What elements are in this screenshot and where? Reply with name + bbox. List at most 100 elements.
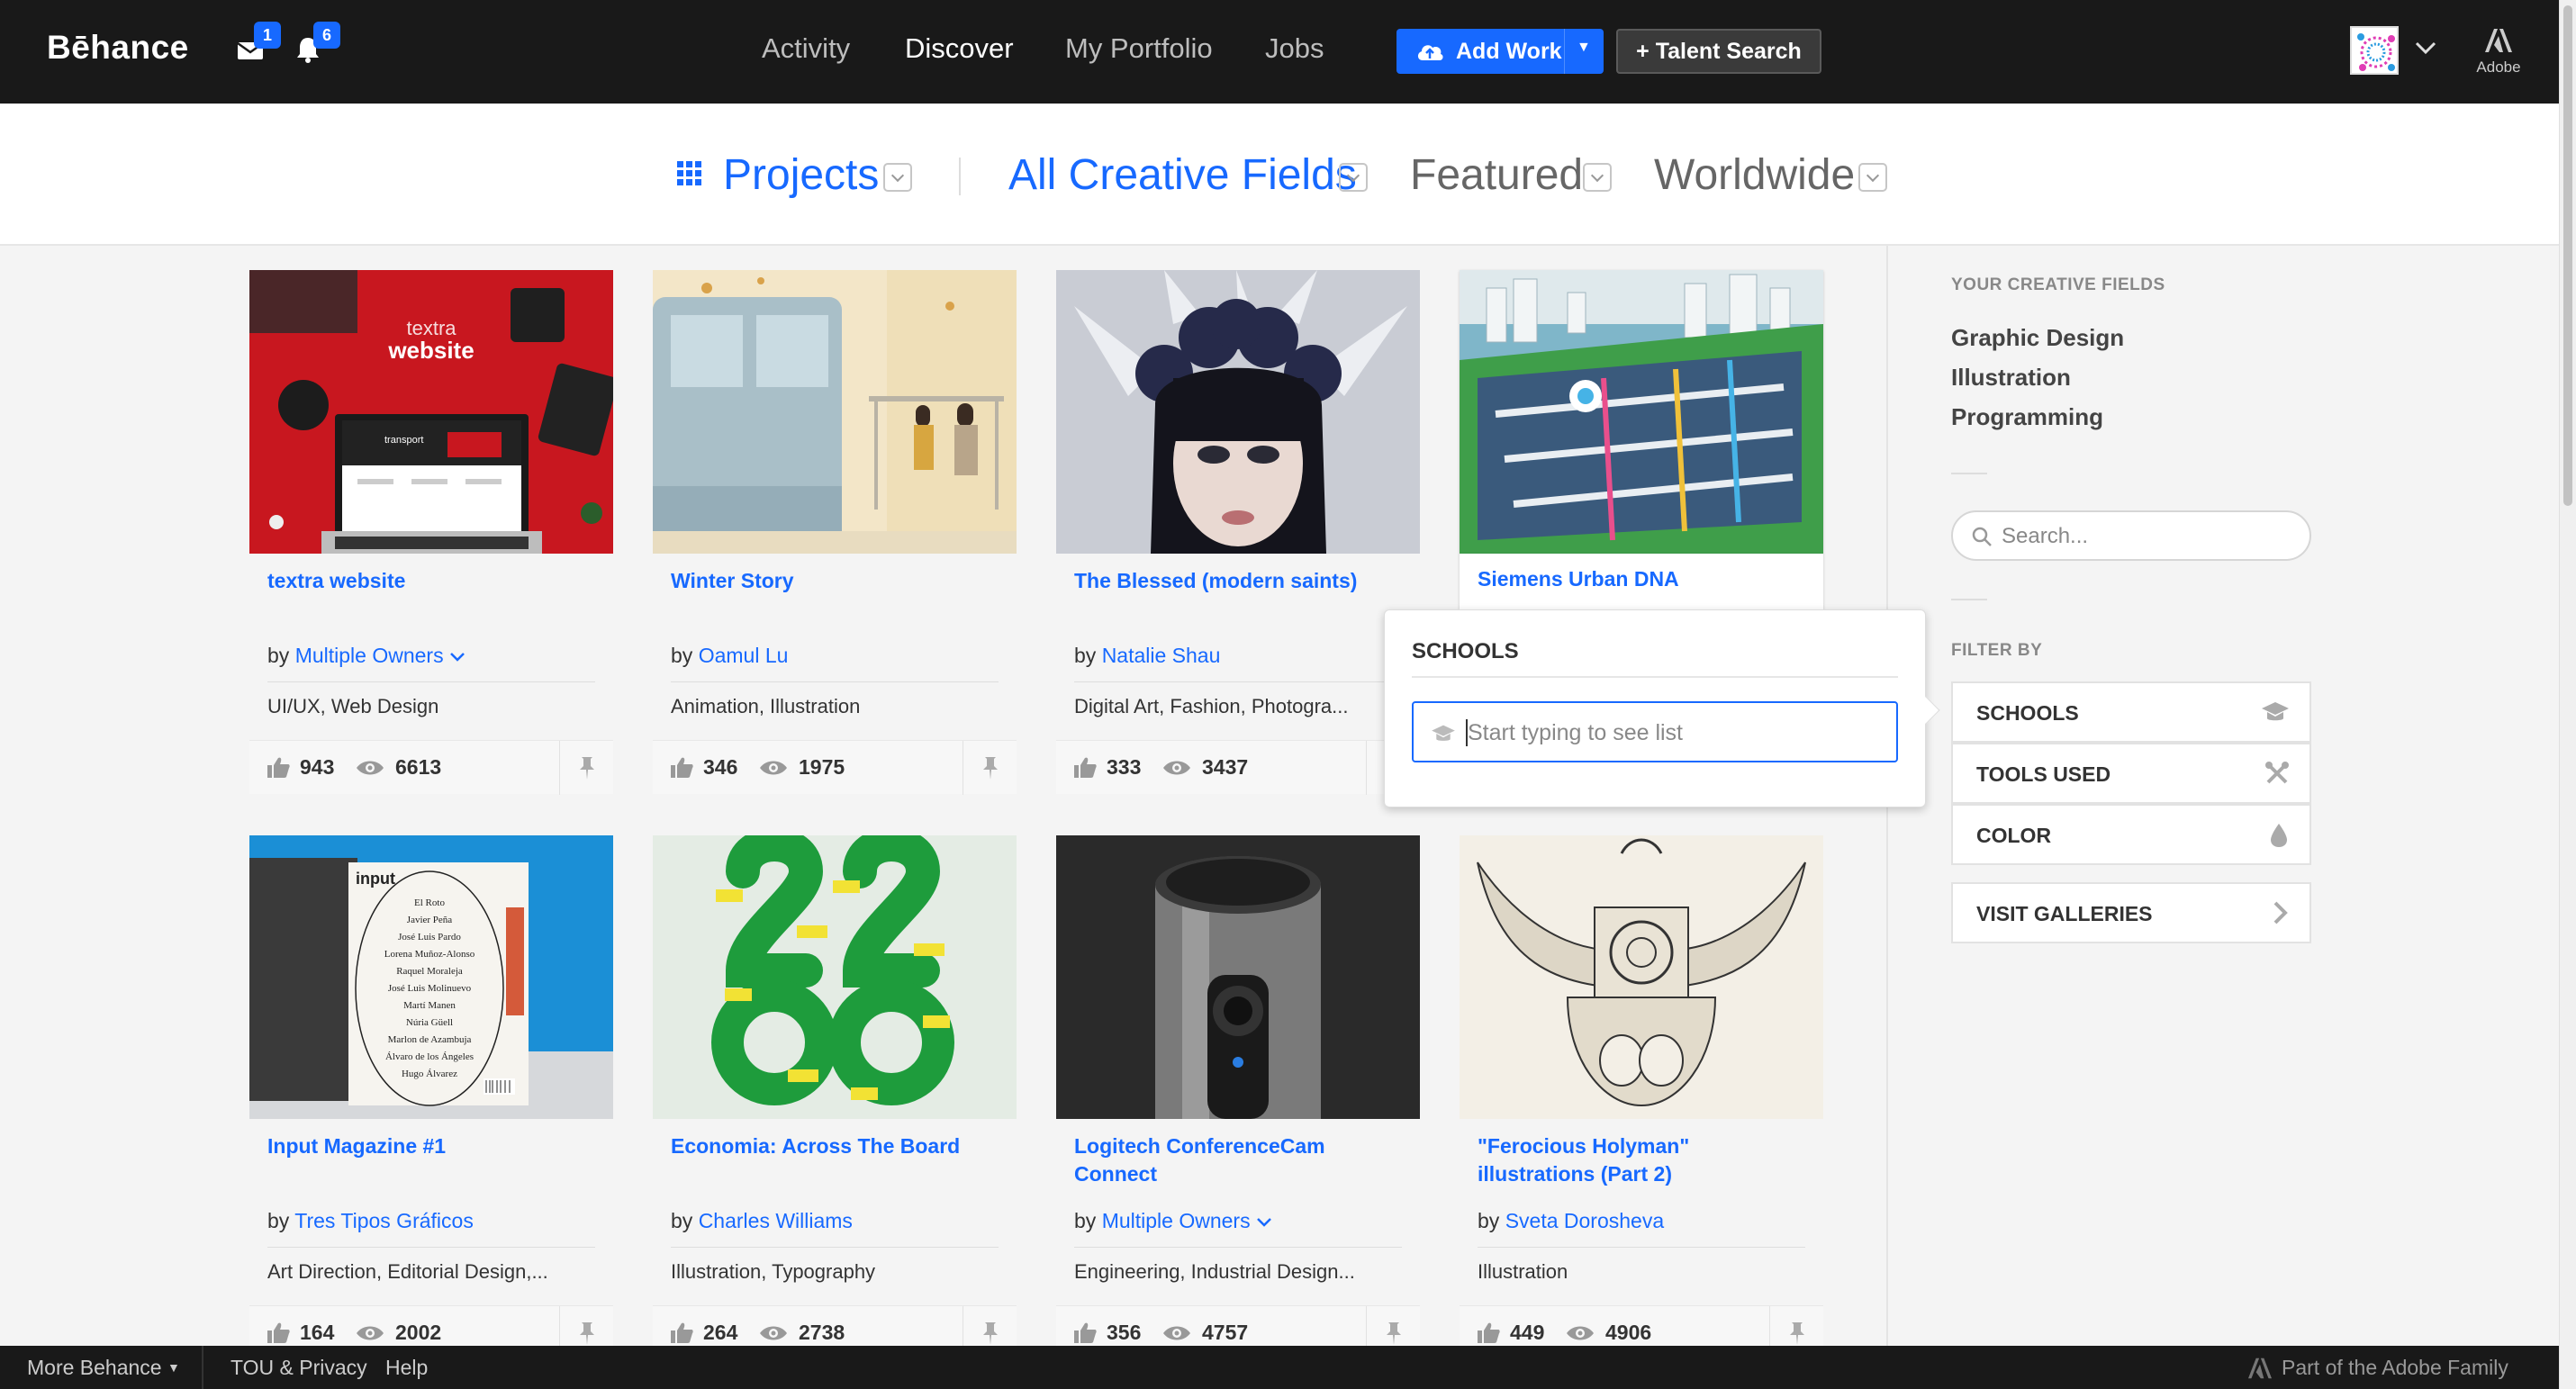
by-label: by — [671, 644, 693, 667]
schools-search-input[interactable]: Start typing to see list — [1412, 701, 1898, 762]
filter-color[interactable]: COLOR — [1951, 804, 2311, 865]
project-card[interactable]: Siemens Urban DNA — [1460, 270, 1823, 592]
project-owner: by Charles Williams — [671, 1209, 853, 1233]
project-thumbnail-economia[interactable] — [653, 835, 1017, 1119]
by-label: by — [267, 644, 290, 667]
project-thumbnail-textra[interactable]: textra website transport — [249, 270, 613, 554]
appreciate-thumb-icon[interactable] — [669, 1321, 694, 1344]
owner-link[interactable]: Natalie Shau — [1102, 644, 1221, 667]
project-thumbnail-logitech[interactable] — [1056, 835, 1420, 1119]
card-divider — [267, 681, 595, 682]
filter-color-label: COLOR — [1976, 824, 2052, 847]
worldwide-filter[interactable]: Worldwide — [1654, 150, 1855, 200]
by-label: by — [1074, 644, 1097, 667]
talent-search-button[interactable]: + Talent Search — [1616, 29, 1821, 74]
schools-input-placeholder: Start typing to see list — [1468, 720, 1684, 745]
scrollbar-thumb[interactable] — [2563, 5, 2572, 506]
chevron-down-icon[interactable] — [2414, 40, 2437, 56]
filter-tools-used[interactable]: TOOLS USED — [1951, 743, 2311, 804]
project-owner: by Multiple Owners — [1074, 1209, 1272, 1233]
add-work-dropdown-icon[interactable]: ▼ — [1577, 40, 1591, 56]
creative-field-illustration[interactable]: Illustration — [1951, 364, 2071, 392]
owners-chevron-down-icon[interactable] — [1256, 1217, 1272, 1228]
filter-divider — [959, 158, 961, 195]
projects-filter[interactable]: Projects — [723, 150, 879, 200]
owners-chevron-down-icon[interactable] — [449, 652, 465, 663]
schools-popover: SCHOOLS Start typing to see list — [1384, 609, 1940, 807]
project-fields: Animation, Illustration — [671, 695, 861, 717]
chevron-right-icon — [2273, 901, 2288, 924]
adobe-family-text[interactable]: Part of the Adobe Family — [2282, 1356, 2508, 1380]
appreciate-thumb-icon[interactable] — [266, 1321, 291, 1344]
cloud-upload-icon — [1417, 45, 1443, 60]
creative-fields-filter[interactable]: All Creative Fields — [1008, 150, 1357, 200]
owner-link[interactable]: Charles Williams — [699, 1209, 853, 1232]
project-title[interactable]: Economia: Across The Board — [671, 1132, 1004, 1160]
graduation-cap-icon — [1432, 725, 1455, 741]
project-thumbnail-the-blessed[interactable] — [1056, 270, 1420, 554]
project-thumbnail-winter-story[interactable] — [653, 270, 1017, 554]
views-count: 2002 — [395, 1321, 442, 1344]
likes-count: 346 — [703, 755, 738, 779]
visit-galleries-button[interactable]: VISIT GALLERIES — [1951, 882, 2311, 943]
project-thumbnail-ferocious-holyman[interactable] — [1460, 835, 1823, 1119]
owner-link[interactable]: Oamul Lu — [699, 644, 789, 667]
collect-button[interactable] — [559, 741, 613, 795]
owner-link[interactable]: Tres Tipos Gráficos — [294, 1209, 474, 1232]
project-title[interactable]: Winter Story — [671, 567, 1004, 595]
creative-fields-dropdown-icon[interactable] — [1339, 163, 1368, 192]
featured-filter[interactable]: Featured — [1410, 150, 1583, 200]
filter-schools[interactable]: SCHOOLS — [1951, 681, 2311, 743]
help-link[interactable]: Help — [385, 1356, 428, 1380]
appreciate-thumb-icon[interactable] — [669, 755, 694, 779]
input-cover-name: Núria Güell — [406, 1017, 453, 1028]
your-creative-fields-heading: YOUR CREATIVE FIELDS — [1951, 275, 2165, 294]
owner-link[interactable]: Sveta Dorosheva — [1505, 1209, 1664, 1232]
project-title[interactable]: Logitech ConferenceCam Connect — [1074, 1132, 1407, 1188]
collect-button[interactable] — [963, 741, 1017, 795]
add-work-separator — [1564, 29, 1565, 74]
nav-jobs[interactable]: Jobs — [1265, 32, 1324, 65]
tou-privacy-link[interactable]: TOU & Privacy — [230, 1356, 367, 1380]
search-placeholder: Search... — [2002, 524, 2089, 548]
projects-dropdown-icon[interactable] — [883, 163, 912, 192]
owner-link[interactable]: Multiple Owners — [295, 644, 444, 667]
appreciate-thumb-icon[interactable] — [1476, 1321, 1501, 1344]
project-owner: by Sveta Dorosheva — [1478, 1209, 1664, 1233]
owner-link[interactable]: Multiple Owners — [1102, 1209, 1251, 1232]
siemens-title[interactable]: Siemens Urban DNA — [1478, 567, 1679, 591]
add-work-button[interactable]: Add Work ▼ — [1396, 29, 1604, 74]
featured-dropdown-icon[interactable] — [1583, 163, 1612, 192]
project-title[interactable]: The Blessed (modern saints) — [1074, 567, 1407, 595]
appreciate-thumb-icon[interactable] — [266, 755, 291, 779]
project-thumbnail-input-magazine[interactable]: input El Roto Javier Peña José Luis Pardo L… — [249, 835, 613, 1119]
nav-discover[interactable]: Discover — [905, 32, 1014, 65]
project-title[interactable]: Input Magazine #1 — [267, 1132, 601, 1160]
project-thumbnail-siemens[interactable] — [1460, 270, 1823, 554]
likes-count: 333 — [1107, 755, 1142, 779]
adobe-link[interactable]: Adobe — [2472, 27, 2526, 77]
project-title[interactable]: "Ferocious Holyman" illustrations (Part … — [1478, 1132, 1811, 1188]
more-behance-caret-icon[interactable]: ▼ — [167, 1360, 180, 1375]
project-title[interactable]: textra website — [267, 567, 601, 595]
nav-my-portfolio[interactable]: My Portfolio — [1065, 32, 1213, 65]
creative-field-graphic-design[interactable]: Graphic Design — [1951, 324, 2124, 352]
sidebar-search-input[interactable]: Search... — [1951, 510, 2311, 561]
worldwide-dropdown-icon[interactable] — [1858, 163, 1887, 192]
user-avatar[interactable] — [2350, 26, 2399, 75]
card-divider — [671, 1247, 999, 1248]
behance-logo[interactable]: Bēhance — [47, 29, 189, 67]
adobe-logo-icon — [2485, 29, 2512, 52]
creative-field-programming[interactable]: Programming — [1951, 403, 2103, 431]
popover-title: SCHOOLS — [1412, 639, 1519, 663]
input-logo-text: input — [356, 870, 395, 888]
pin-icon — [580, 757, 594, 780]
popover-arrow — [1912, 696, 1940, 725]
by-label: by — [1478, 1209, 1500, 1232]
appreciate-thumb-icon[interactable] — [1072, 755, 1098, 779]
appreciate-thumb-icon[interactable] — [1072, 1321, 1098, 1344]
likes-count: 264 — [703, 1321, 738, 1344]
nav-activity[interactable]: Activity — [762, 32, 850, 65]
more-behance-link[interactable]: More Behance — [27, 1356, 162, 1380]
views-eye-icon — [760, 1326, 787, 1340]
